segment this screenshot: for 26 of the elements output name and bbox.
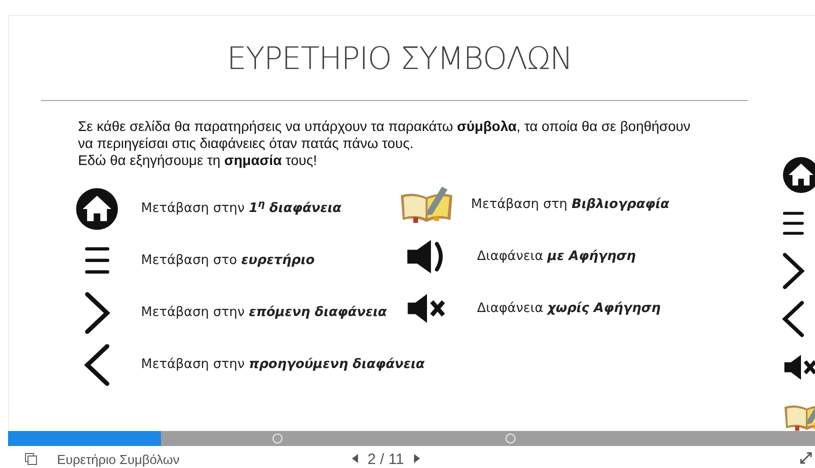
chevron-right-icon — [782, 252, 805, 290]
slide-title: ΕΥΡΕΤΗΡΙΟ ΣΥΜΒΟΛΩΝ — [226, 40, 572, 79]
slide-title-label: Ευρετήριο Συμβόλων — [57, 451, 180, 468]
menu-icon — [84, 245, 110, 276]
fullscreen-button[interactable] — [799, 451, 813, 465]
symbol-description: Μετάβαση στη Βιβλιογραφία — [471, 196, 670, 214]
symbol-description: Μετάβαση στο ευρετήριο — [141, 252, 315, 270]
intro-text: Εδώ θα εξηγήσουμε τη σημασία τους! — [78, 152, 318, 168]
home-icon — [75, 186, 119, 230]
symbol-description: Διαφάνεια χωρίς Αφήγηση — [477, 300, 661, 318]
page-counter: 2 / 11 — [368, 451, 404, 468]
previous-slide-button[interactable] — [352, 454, 359, 463]
speaker-mute-icon — [782, 354, 815, 380]
menu-icon — [782, 210, 805, 236]
symbol-description: Διαφάνεια με Αφήγηση — [477, 248, 636, 266]
chevron-right-icon — [84, 290, 110, 334]
symbol-description: Μετάβαση στην επόμενη διαφάνεια — [141, 304, 387, 322]
chevron-left-icon — [782, 300, 805, 338]
symbol-description: Μετάβαση στην προηγούμενη διαφάνεια — [141, 356, 425, 374]
symbol-description: Μετάβαση στην 1$^{η}$ διαφάνεια — [141, 198, 342, 218]
slides-icon — [25, 453, 37, 465]
chapter-marker-icon — [505, 433, 516, 444]
chapter-marker-icon — [272, 433, 283, 444]
next-slide-button[interactable] — [412, 454, 420, 463]
intro-text: Σε κάθε σελίδα θα παρατηρήσεις να υπάρχουν τα παρακάτω σύμβολα, τα οποία θα σε βοηθήσουν να περιηγείσαι στις διαφάνειες όταν πατάς πάνω τους. — [78, 118, 692, 152]
chevron-left-icon — [84, 342, 110, 386]
